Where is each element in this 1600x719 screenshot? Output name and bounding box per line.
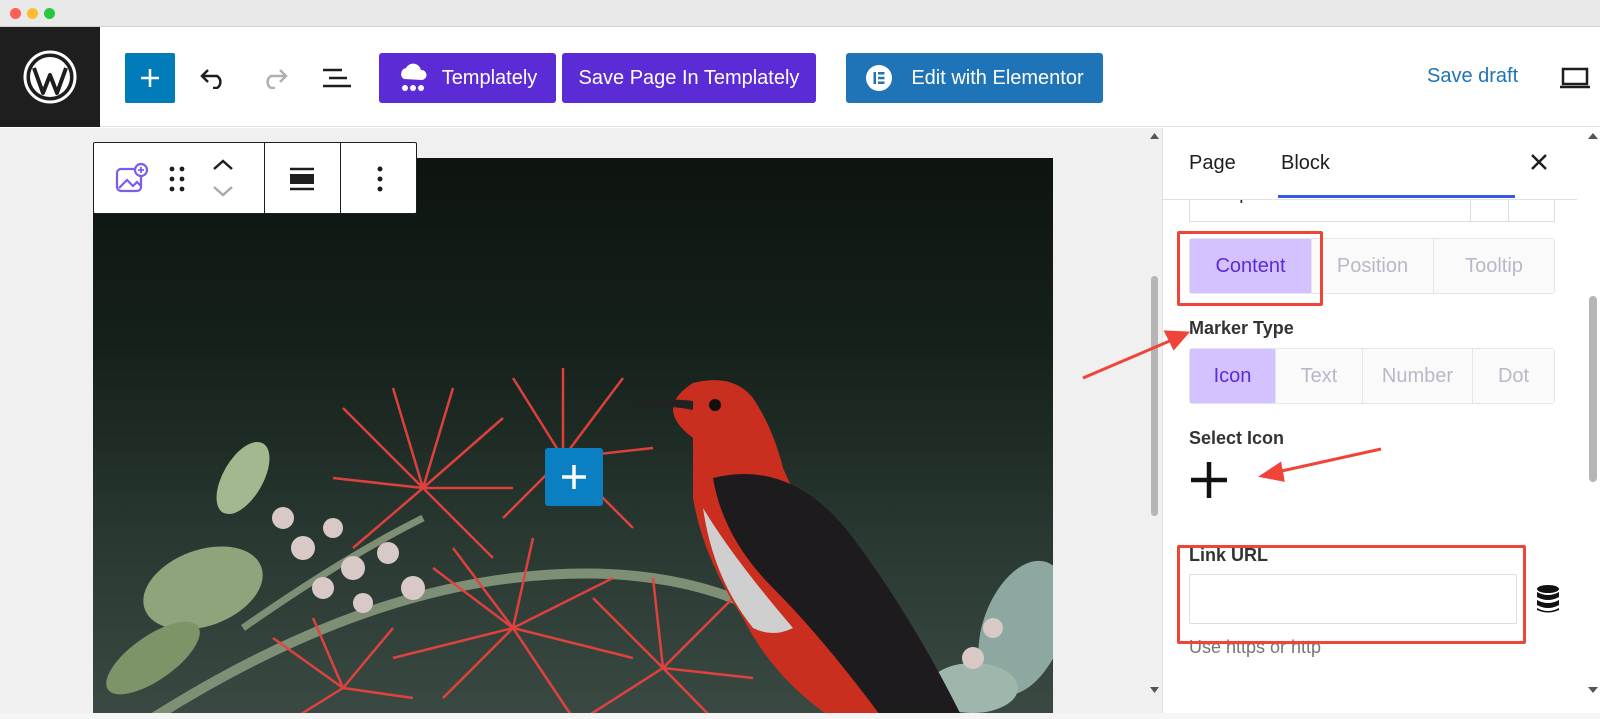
window-titlebar	[0, 0, 1600, 27]
preview-device-button[interactable]	[1554, 57, 1596, 99]
scroll-up-icon[interactable]	[1147, 130, 1162, 142]
sidebar-scroll-thumb[interactable]	[1589, 296, 1597, 482]
editor-header: Templately Save Page In Templately Edit …	[0, 27, 1600, 127]
save-draft-button[interactable]: Save draft	[1427, 65, 1518, 88]
plus-icon	[141, 69, 159, 87]
scroll-down-icon[interactable]	[1147, 684, 1162, 696]
maximize-window-icon[interactable]	[44, 8, 55, 19]
close-sidebar-button[interactable]	[1523, 146, 1555, 178]
desktop-icon	[1560, 67, 1590, 89]
hotspot-block-icon[interactable]	[110, 159, 150, 199]
templately-cloud-icon	[400, 63, 427, 91]
more-options-icon[interactable]	[362, 161, 398, 197]
select-icon-label: Select Icon	[1189, 428, 1285, 448]
tab-block[interactable]: Block	[1281, 152, 1330, 175]
templately-button[interactable]: Templately	[379, 53, 556, 103]
wordpress-logo-icon[interactable]	[0, 27, 100, 127]
tab-position[interactable]: Position	[1312, 239, 1434, 293]
redo-icon	[266, 69, 288, 89]
move-up-icon[interactable]	[208, 153, 238, 177]
elementor-icon	[866, 65, 893, 91]
drag-handle-icon[interactable]	[166, 161, 188, 197]
marker-type-icon[interactable]: Icon	[1190, 349, 1276, 403]
undo-icon	[200, 69, 222, 89]
scroll-down-icon[interactable]	[1585, 684, 1600, 696]
sidebar-tabs: Page Block	[1163, 128, 1577, 200]
scroll-up-icon[interactable]	[1585, 130, 1600, 142]
undo-button[interactable]	[192, 57, 234, 99]
sidebar-scrollbar[interactable]	[1585, 128, 1600, 719]
close-icon	[1531, 154, 1547, 170]
annotation-box-content-tab	[1177, 231, 1323, 306]
edit-with-elementor-button[interactable]: Edit with Elementor	[846, 53, 1103, 103]
close-window-icon[interactable]	[10, 8, 21, 19]
bird-flower-photo	[106, 368, 1053, 719]
list-view-icon	[323, 68, 351, 88]
save-page-label: Save Page In Templately	[578, 66, 800, 89]
active-tab-indicator	[1278, 195, 1515, 198]
marker-type-text[interactable]: Text	[1276, 349, 1363, 403]
marker-type-label: Marker Type	[1189, 318, 1294, 338]
toolbar-divider	[340, 143, 341, 213]
toolbar-divider	[264, 143, 265, 213]
align-wide-icon[interactable]	[284, 161, 320, 197]
minimize-window-icon[interactable]	[27, 8, 38, 19]
database-icon	[1537, 585, 1559, 613]
redo-button[interactable]	[254, 57, 296, 99]
canvas-scrollbar[interactable]	[1147, 128, 1162, 719]
annotation-box-link-url	[1177, 545, 1526, 644]
marker-type-selector: Icon Text Number Dot	[1189, 348, 1555, 404]
templately-label: Templately	[441, 66, 538, 89]
plus-icon	[562, 465, 586, 489]
move-down-icon[interactable]	[208, 179, 238, 203]
document-overview-button[interactable]	[316, 57, 358, 99]
tab-page[interactable]: Page	[1189, 152, 1236, 175]
block-toolbar	[93, 142, 417, 214]
hotspot-image[interactable]	[93, 158, 1053, 719]
marker-type-dot[interactable]: Dot	[1473, 349, 1554, 403]
window-bottom-edge	[0, 713, 1600, 719]
select-icon-button[interactable]	[1189, 460, 1229, 500]
marker-type-number[interactable]: Number	[1363, 349, 1473, 403]
editor-canvas	[0, 128, 1162, 719]
dynamic-data-button[interactable]	[1535, 584, 1561, 614]
inline-add-block-button[interactable]	[545, 448, 603, 506]
add-block-button[interactable]	[125, 53, 175, 103]
tab-tooltip[interactable]: Tooltip	[1434, 239, 1554, 293]
save-page-in-templately-button[interactable]: Save Page In Templately	[562, 53, 816, 103]
canvas-scroll-thumb[interactable]	[1151, 276, 1158, 516]
plus-icon	[1191, 462, 1227, 498]
elementor-label: Edit with Elementor	[911, 66, 1084, 89]
